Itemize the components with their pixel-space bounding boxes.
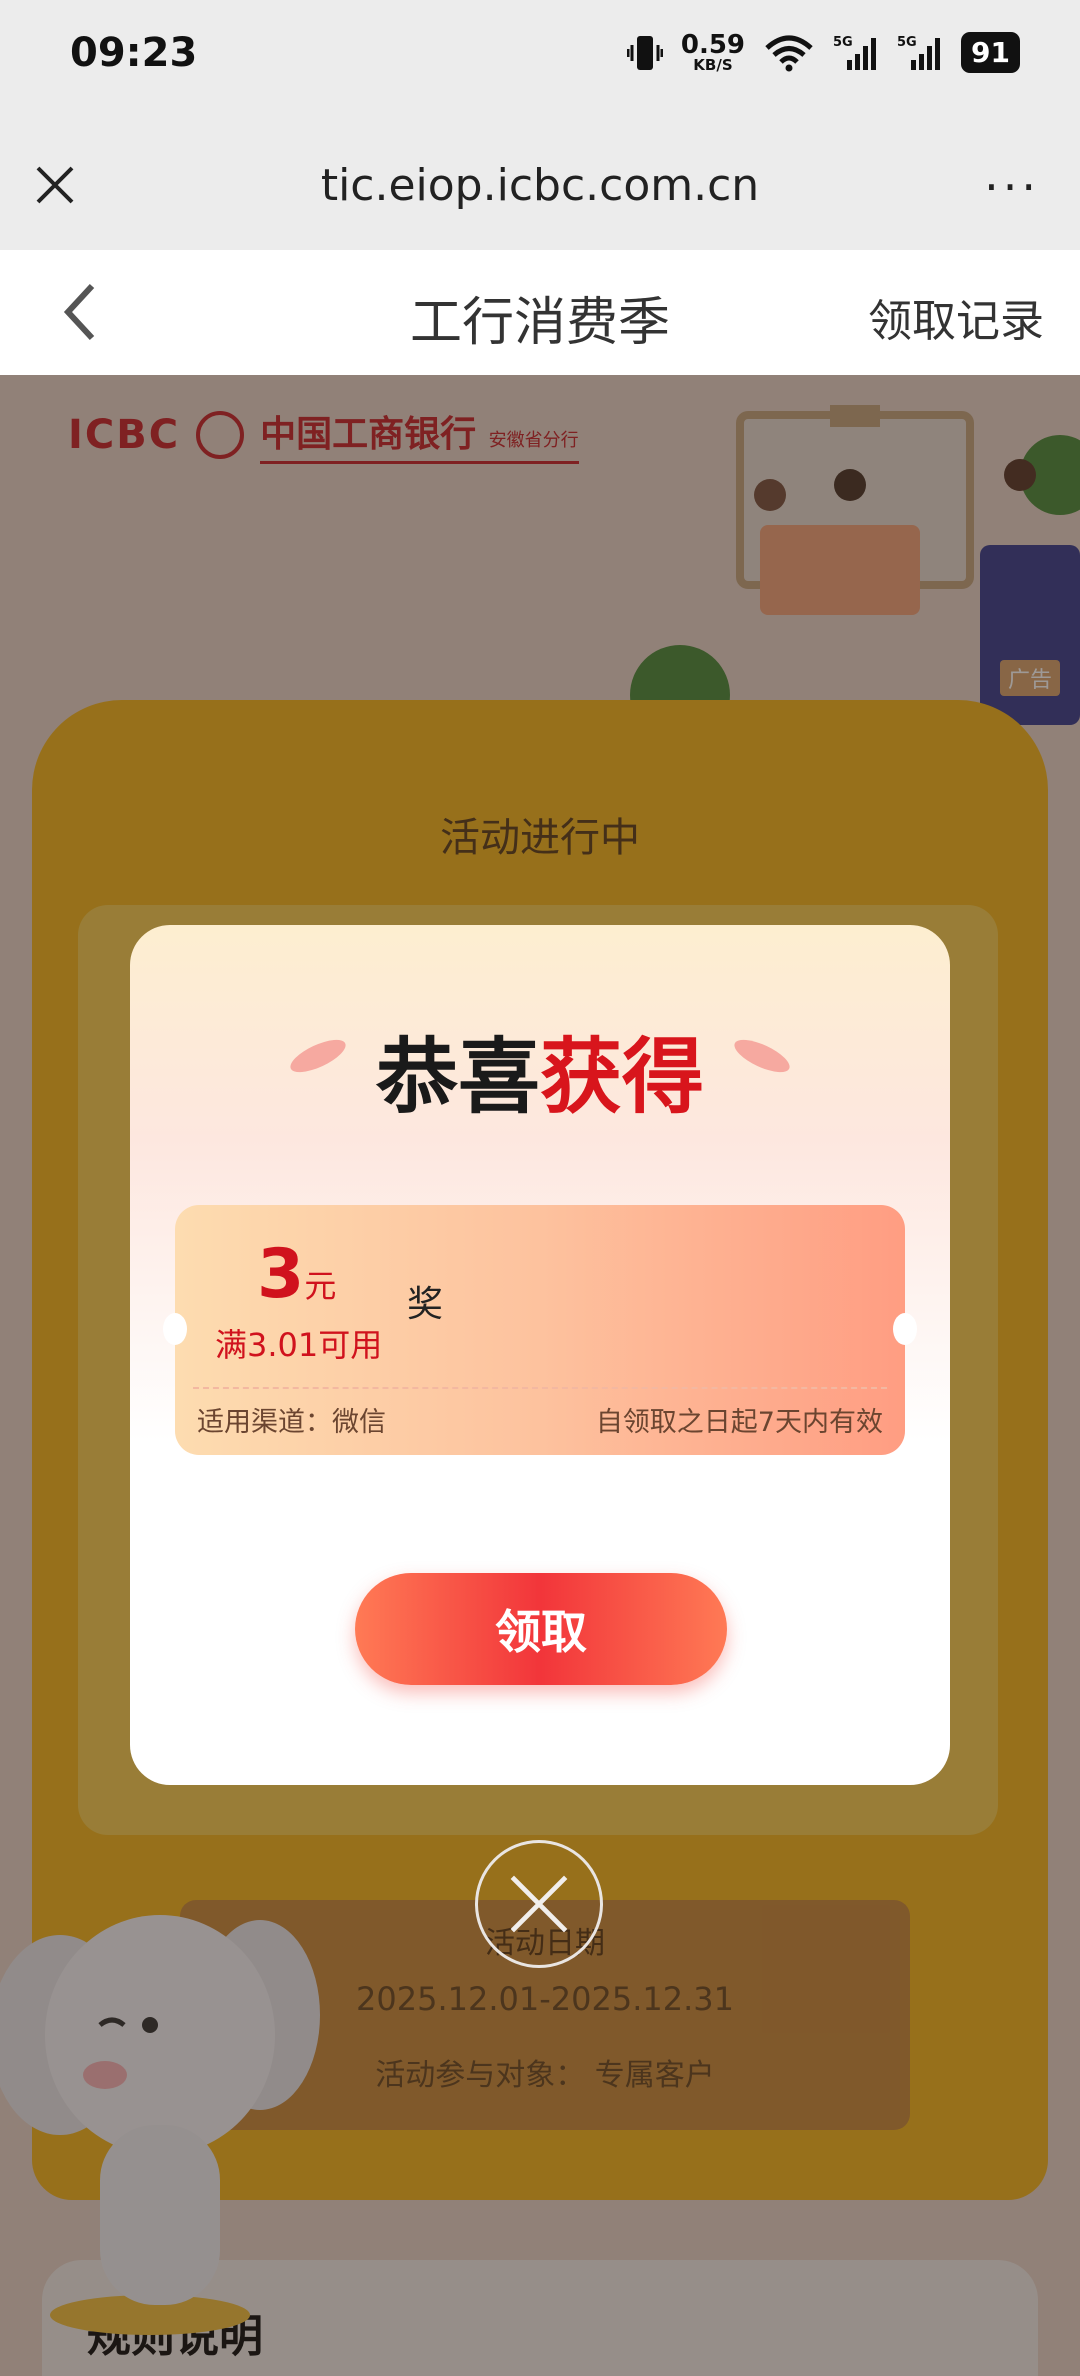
coupon-divider xyxy=(193,1387,887,1389)
signal-2-label: 5G xyxy=(897,35,917,50)
modal-close-icon[interactable] xyxy=(475,1840,603,1968)
prize-modal: 恭喜获得 3元 满3.01可用 奖 适用渠道：微信 自领取之日起7天内有效 领取 xyxy=(130,925,950,1785)
coupon-prize-label: 奖 xyxy=(407,1284,444,1325)
browser-bar: tic.eiop.icbc.com.cn ··· xyxy=(0,120,1080,250)
vibrate-icon xyxy=(626,35,663,70)
coupon-amount-unit: 元 xyxy=(304,1267,337,1305)
claim-button[interactable]: 领取 xyxy=(355,1573,727,1685)
modal-title-dark: 恭喜 xyxy=(375,1030,540,1125)
more-icon[interactable]: ··· xyxy=(984,160,1040,214)
page-header: 工行消费季 领取记录 xyxy=(0,250,1080,375)
signal-icon: 5G xyxy=(833,35,877,70)
battery-indicator: 91 xyxy=(961,32,1020,73)
coupon-notch-left xyxy=(163,1313,187,1345)
net-speed: 0.59 KB/S xyxy=(680,30,746,74)
coupon-amount-number: 3 xyxy=(257,1235,305,1314)
signal-1-label: 5G xyxy=(833,35,853,50)
coupon-card: 3元 满3.01可用 奖 适用渠道：微信 自领取之日起7天内有效 xyxy=(163,1205,917,1455)
coupon-validity: 自领取之日起7天内有效 xyxy=(595,1407,883,1438)
records-link[interactable]: 领取记录 xyxy=(868,285,1044,349)
modal-title-red: 获得 xyxy=(540,1030,705,1125)
signal-icon: 5G xyxy=(897,35,941,70)
clock: 09:23 xyxy=(70,30,198,76)
coupon-channel: 适用渠道：微信 xyxy=(197,1407,386,1438)
url-text[interactable]: tic.eiop.icbc.com.cn xyxy=(0,160,1080,211)
coupon-notch-right xyxy=(893,1313,917,1345)
wifi-icon xyxy=(765,35,813,71)
coupon-condition: 满3.01可用 xyxy=(215,1326,383,1364)
modal-title: 恭喜获得 xyxy=(130,1010,950,1129)
coupon-amount: 3元 xyxy=(257,1235,336,1314)
status-icons: 0.59 KB/S 5G 5G 91 xyxy=(626,30,1020,74)
status-bar: 09:23 0.59 KB/S 5G 5G 91 xyxy=(0,0,1080,120)
